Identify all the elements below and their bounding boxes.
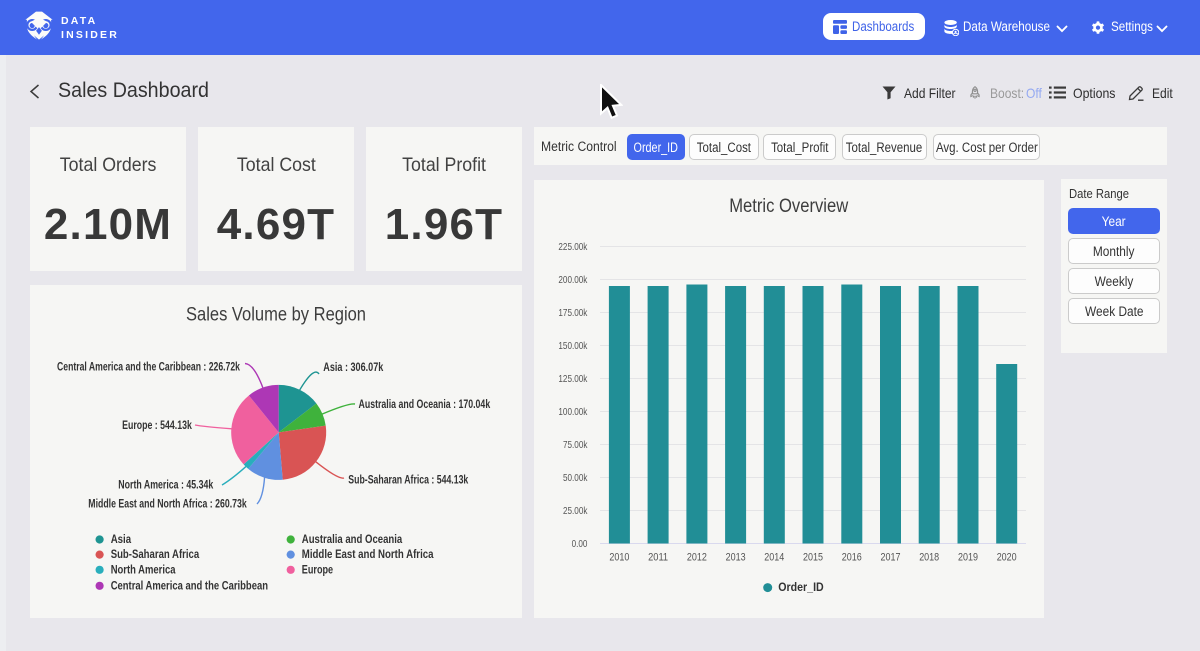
svg-text:Asia: Asia [111, 534, 132, 546]
svg-text:2019: 2019 [958, 552, 978, 564]
svg-text:Metric Overview: Metric Overview [729, 196, 848, 217]
svg-text:100.00k: 100.00k [558, 406, 588, 418]
svg-text:125.00k: 125.00k [558, 373, 588, 385]
svg-text:Central America and the Caribb: Central America and the Caribbean [111, 580, 268, 592]
svg-text:Middle East and North Africa :: Middle East and North Africa : 260.73k [88, 496, 247, 510]
svg-text:2015: 2015 [803, 552, 823, 564]
svg-text:2010: 2010 [609, 552, 629, 564]
svg-text:2020: 2020 [997, 552, 1017, 564]
svg-text:25.00k: 25.00k [563, 505, 588, 517]
svg-text:225.00k: 225.00k [558, 241, 588, 253]
svg-text:2012: 2012 [687, 552, 707, 564]
svg-text:150.00k: 150.00k [558, 340, 588, 352]
svg-text:North America : 45.34k: North America : 45.34k [118, 477, 213, 491]
svg-text:2016: 2016 [842, 552, 862, 564]
svg-text:75.00k: 75.00k [563, 439, 588, 451]
svg-text:Europe : 544.13k: Europe : 544.13k [122, 418, 192, 432]
svg-text:2017: 2017 [881, 552, 901, 564]
svg-text:175.00k: 175.00k [558, 307, 588, 319]
svg-text:Australia and Oceania: Australia and Oceania [302, 534, 403, 546]
svg-text:Central America and the Caribb: Central America and the Caribbean : 226.… [57, 359, 240, 373]
svg-text:200.00k: 200.00k [558, 274, 588, 286]
svg-text:Sub-Saharan Africa : 544.13k: Sub-Saharan Africa : 544.13k [348, 472, 468, 486]
svg-text:2018: 2018 [919, 552, 939, 564]
svg-text:0.00: 0.00 [572, 538, 588, 550]
svg-text:2011: 2011 [648, 552, 668, 564]
svg-text:Europe: Europe [302, 564, 333, 576]
svg-text:2014: 2014 [764, 552, 784, 564]
svg-text:50.00k: 50.00k [563, 472, 588, 484]
svg-text:Asia : 306.07k: Asia : 306.07k [323, 360, 383, 374]
svg-text:Sub-Saharan Africa: Sub-Saharan Africa [111, 549, 200, 561]
svg-text:Australia and Oceania : 170.04: Australia and Oceania : 170.04k [359, 397, 491, 411]
svg-text:North America: North America [111, 564, 176, 576]
svg-text:Sales Volume by Region: Sales Volume by Region [186, 304, 366, 325]
svg-text:2013: 2013 [726, 552, 746, 564]
svg-text:Middle East and North Africa: Middle East and North Africa [302, 549, 434, 561]
svg-text:Order_ID: Order_ID [778, 582, 823, 594]
